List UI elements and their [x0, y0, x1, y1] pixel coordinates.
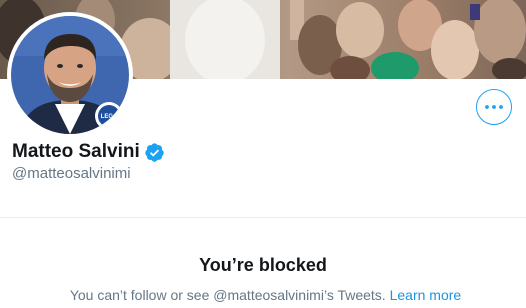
divider	[0, 217, 526, 218]
profile-handle: @matteosalvinimi	[12, 165, 131, 182]
learn-more-link[interactable]: Learn more	[390, 287, 462, 303]
verified-badge-icon	[145, 142, 164, 162]
profile-avatar[interactable]: LEGA	[7, 12, 133, 138]
profile-display-name: Matteo Salvini	[12, 141, 140, 162]
blocked-message-text: You can’t follow or see @matteosalvinimi…	[69, 287, 386, 303]
profile-name-row: Matteo Salvini	[12, 141, 165, 163]
blocked-title: You’re blocked	[199, 255, 327, 275]
more-horizontal-icon	[485, 105, 503, 109]
more-options-button[interactable]	[476, 89, 512, 125]
blocked-message: You can’t follow or see @matteosalvinimi…	[0, 286, 526, 304]
avatar-image: LEGA	[11, 16, 129, 134]
avatar-badge-text: LEGA	[101, 114, 118, 120]
